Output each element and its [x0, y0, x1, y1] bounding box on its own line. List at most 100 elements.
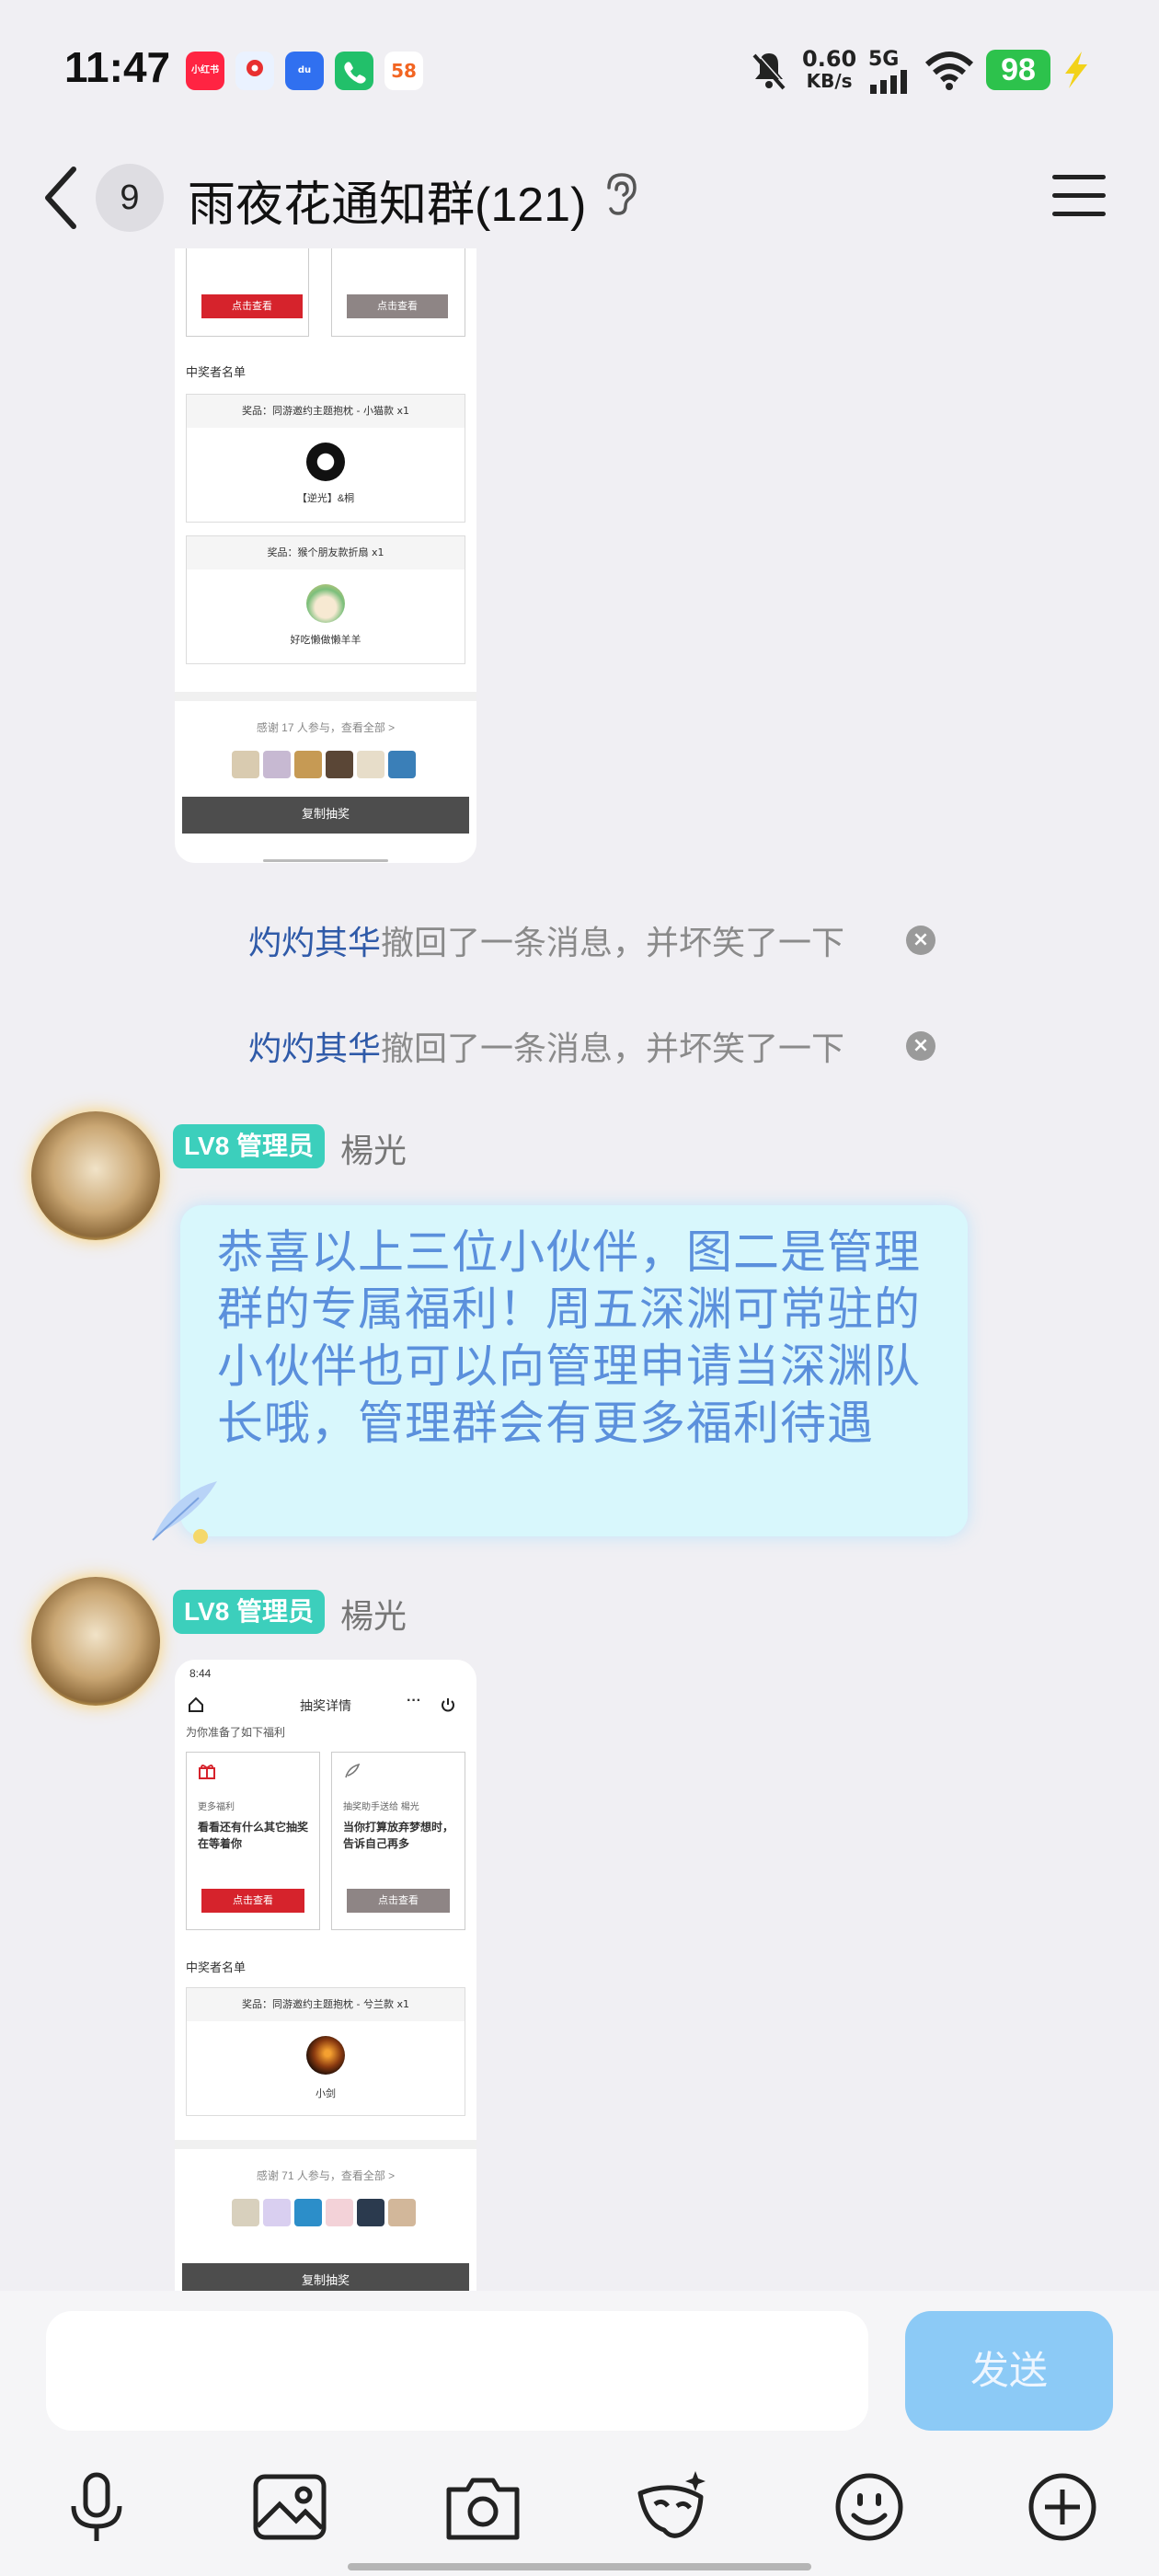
chat-title[interactable]: 雨夜花通知群(121): [188, 166, 586, 235]
recall-notice: 灼灼其华撤回了一条消息，并坏笑了一下: [248, 1022, 844, 1070]
box-tag: 更多福利: [198, 1802, 235, 1812]
participant-avatar: [294, 751, 322, 778]
participant-avatar: [232, 2199, 259, 2226]
xiaohongshu-icon: 小红书: [186, 52, 224, 90]
unread-count-badge[interactable]: 9: [96, 164, 164, 232]
participants-link[interactable]: 感谢 17 人参与，查看全部 >: [175, 719, 476, 735]
view-button-left[interactable]: 点击查看: [201, 294, 303, 318]
recall-notice: 灼灼其华撤回了一条消息，并坏笑了一下: [248, 916, 844, 964]
participant-avatar: [388, 2199, 416, 2226]
prize-title: 奖品：同游邀约主题抱枕 - 兮兰款 x1: [187, 1988, 465, 2021]
feather-pen-icon: [343, 1762, 361, 1784]
view-button-right[interactable]: 点击查看: [347, 294, 448, 318]
participant-avatar: [294, 2199, 322, 2226]
recall-user[interactable]: 灼灼其华: [248, 1029, 381, 1067]
participant-avatar: [263, 2199, 291, 2226]
prepared-text: 为你准备了如下福利: [186, 1726, 286, 1739]
participant-avatar: [388, 751, 416, 778]
net-speed-value: 0.60: [802, 46, 857, 72]
box-text: 当你打算放弃梦想时，告诉自己再多: [343, 1821, 454, 1850]
feather-icon: [143, 1476, 223, 1553]
power-icon: [440, 1696, 456, 1717]
winner-avatar: [306, 443, 345, 481]
screenshot-time: 8:44: [189, 1667, 212, 1680]
prize-card: 奖品：猴个朋友款折扇 x1 好吃懒做懒羊羊: [186, 535, 465, 664]
camera-icon[interactable]: [442, 2466, 524, 2548]
prize-card: 奖品：同游邀约主题抱枕 - 小猫款 x1 【逆光】&桐: [186, 394, 465, 523]
avatar[interactable]: [31, 1111, 160, 1240]
winners-heading: 中奖者名单: [186, 1961, 247, 1974]
wifi-icon: [924, 50, 975, 94]
microphone-icon[interactable]: [55, 2466, 138, 2548]
divider: [175, 692, 476, 701]
gift-icon: [198, 1762, 216, 1784]
prize-card: 奖品：同游邀约主题抱枕 - 兮兰款 x1 小剑: [186, 1987, 465, 2116]
welfare-box-right: 抽奖助手送给 楊光 当你打算放弃梦想时，告诉自己再多 点击查看: [331, 1752, 465, 1930]
baidu-icon: du: [285, 52, 324, 90]
sender-name[interactable]: 楊光: [340, 1590, 407, 1638]
lottery-screenshot-2[interactable]: 8:44 抽奖详情 ··· 为你准备了如下福利 更多福利 看看还有什么其它抽奖在…: [175, 1660, 476, 2293]
signal-icon: [868, 70, 911, 98]
level-badge: LV8 管理员: [173, 1124, 326, 1168]
participant-avatar: [326, 2199, 353, 2226]
network-type: 5G: [868, 48, 900, 71]
participant-avatars: [232, 2199, 425, 2226]
home-indicator: [263, 859, 388, 862]
welfare-box-right: 点击查看: [331, 248, 465, 337]
prize-title: 奖品：同游邀约主题抱枕 - 小猫款 x1: [187, 395, 465, 428]
clock: 11:47: [64, 43, 171, 91]
participant-avatar: [263, 751, 291, 778]
recall-text: 撤回了一条消息，并坏笑了一下: [381, 1029, 845, 1067]
winner-name: 小剑: [316, 2088, 336, 2099]
net-speed-unit: KB/s: [806, 70, 853, 92]
level-badge: LV8 管理员: [173, 1590, 326, 1634]
screenshot-title: 抽奖详情: [300, 1698, 351, 1713]
ear-icon[interactable]: [602, 171, 638, 223]
menu-icon[interactable]: [1052, 171, 1107, 224]
recall-user[interactable]: 灼灼其华: [248, 924, 381, 961]
image-icon[interactable]: [248, 2466, 331, 2548]
recall-text: 撤回了一条消息，并坏笑了一下: [381, 924, 845, 961]
prize-title: 奖品：猴个朋友款折扇 x1: [187, 536, 465, 569]
mask-icon[interactable]: [631, 2466, 714, 2548]
status-bar: 11:47 小红书 du 58 0.60 KB/s 5G 98: [0, 0, 1159, 138]
view-button-left[interactable]: 点击查看: [201, 1889, 304, 1913]
participant-avatar: [232, 751, 259, 778]
net-speed: 0.60 KB/s: [802, 48, 856, 92]
map-icon: [235, 52, 274, 90]
avatar[interactable]: [31, 1577, 160, 1706]
close-icon[interactable]: ×: [906, 1031, 935, 1061]
welfare-box-left: 更多福利 看看还有什么其它抽奖在等着你 点击查看: [186, 1752, 320, 1930]
message-input[interactable]: [46, 2311, 868, 2431]
plus-icon[interactable]: [1021, 2466, 1104, 2548]
toolbar: [0, 2447, 1159, 2576]
winner-name: 好吃懒做懒羊羊: [290, 635, 361, 646]
box-tag: 抽奖助手送给 楊光: [343, 1802, 419, 1812]
participant-avatar: [357, 2199, 384, 2226]
box-text: 看看还有什么其它抽奖在等着你: [198, 1821, 309, 1850]
copy-lottery-button[interactable]: 复制抽奖: [182, 2263, 469, 2293]
participants-link[interactable]: 感谢 71 人参与，查看全部 >: [175, 2168, 476, 2183]
divider: [175, 2140, 476, 2149]
mute-icon: [749, 48, 789, 96]
winner-avatar: [306, 584, 345, 623]
participant-avatars: [232, 751, 425, 778]
58-icon: 58: [384, 52, 423, 90]
lottery-screenshot-1[interactable]: 点击查看 点击查看 中奖者名单 奖品：同游邀约主题抱枕 - 小猫款 x1 【逆光…: [175, 248, 476, 863]
emoji-icon[interactable]: [828, 2466, 911, 2548]
participant-avatar: [326, 751, 353, 778]
winner-avatar: [306, 2036, 345, 2075]
send-button[interactable]: 发送: [905, 2311, 1113, 2431]
close-icon[interactable]: ×: [906, 926, 935, 955]
view-button-right[interactable]: 点击查看: [347, 1889, 450, 1913]
back-icon[interactable]: [37, 164, 83, 232]
winners-heading: 中奖者名单: [186, 365, 247, 379]
battery-level: 98: [986, 50, 1050, 90]
more-icon: ···: [407, 1693, 421, 1708]
participant-avatar: [357, 751, 384, 778]
sender-name[interactable]: 楊光: [340, 1124, 407, 1172]
copy-lottery-button[interactable]: 复制抽奖: [182, 797, 469, 834]
message-text: 恭喜以上三位小伙伴，图二是管理群的专属福利！周五深渊可常驻的小伙伴也可以向管理申…: [217, 1226, 921, 1449]
home-indicator[interactable]: [348, 2563, 811, 2570]
winner-name: 【逆光】&桐: [296, 493, 355, 504]
